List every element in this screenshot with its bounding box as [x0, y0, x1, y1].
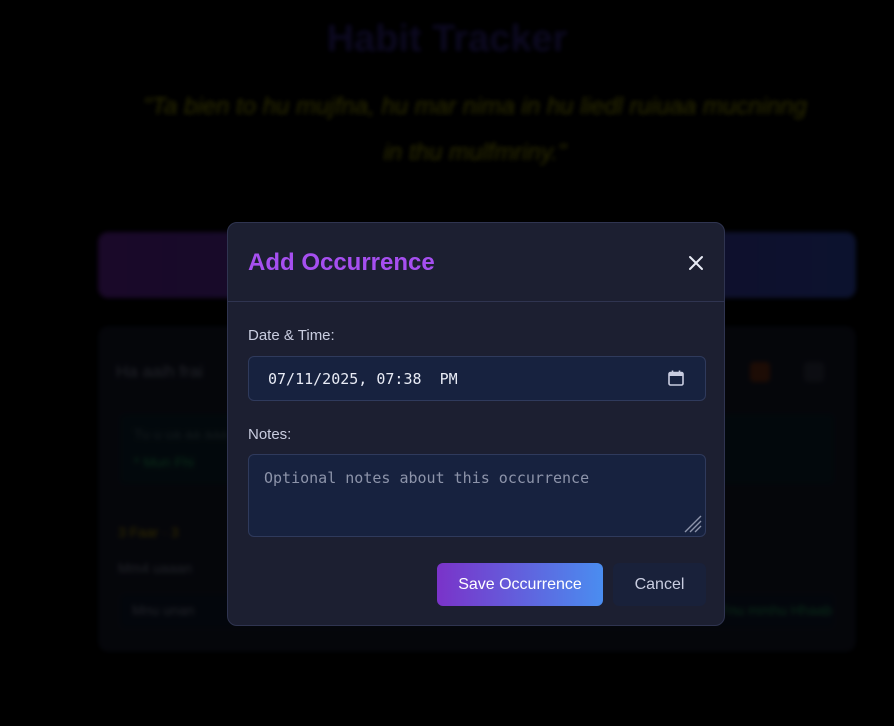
add-occurrence-modal: Add Occurrence Date & Time: 07/11/2025, … [227, 222, 725, 626]
close-button[interactable] [684, 251, 708, 275]
date-time-input[interactable]: 07/11/2025, 07:38 PM [248, 356, 706, 401]
notes-textarea[interactable]: Optional notes about this occurrence [248, 454, 706, 537]
notes-placeholder: Optional notes about this occurrence [264, 469, 590, 487]
modal-title: Add Occurrence [248, 249, 435, 276]
calendar-icon[interactable] [667, 369, 685, 387]
notes-label: Notes: [248, 426, 292, 443]
date-time-value: 07/11/2025, 07:38 PM [268, 370, 458, 388]
cancel-button[interactable]: Cancel [613, 563, 706, 606]
save-occurrence-button[interactable]: Save Occurrence [437, 563, 603, 606]
modal-header: Add Occurrence [228, 223, 724, 302]
resize-handle-icon[interactable] [681, 512, 703, 534]
close-icon [689, 256, 703, 270]
date-time-label: Date & Time: [248, 327, 335, 344]
